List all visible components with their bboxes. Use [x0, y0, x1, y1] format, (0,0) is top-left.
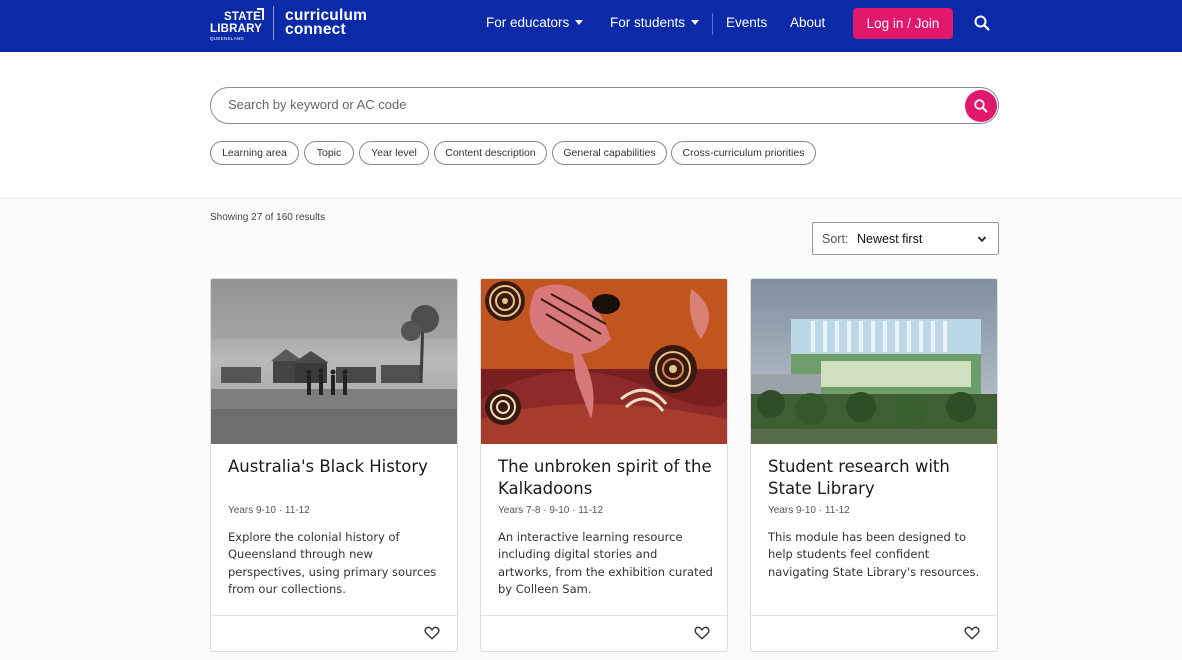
heart-icon[interactable]: [424, 626, 440, 640]
search-icon[interactable]: [973, 14, 991, 32]
heart-icon[interactable]: [964, 626, 980, 640]
card-description: Explore the colonial history of Queensla…: [228, 530, 437, 596]
filter-year-level[interactable]: Year level: [359, 141, 429, 165]
logo-connect-text: connect: [285, 21, 346, 38]
logo-state-text: STATE: [224, 11, 261, 23]
nav-label: For students: [610, 15, 686, 30]
nav-divider: [712, 13, 713, 35]
curriculum-connect-logo[interactable]: curriculum connect: [285, 8, 367, 38]
library-building-photo: [751, 279, 997, 444]
sort-label: Sort:: [822, 232, 849, 246]
state-library-logo[interactable]: STATE LIBRARY QUEENSLAND: [210, 8, 264, 42]
card-divider: [481, 615, 727, 616]
card-years: Years 9-10 · 11-12: [228, 505, 310, 516]
search-submit-button[interactable]: [965, 90, 997, 122]
card-divider: [211, 615, 457, 616]
sort-dropdown[interactable]: Sort: Newest first: [812, 222, 999, 255]
card-title[interactable]: Student research with State Library: [768, 456, 988, 500]
chevron-down-icon: [977, 236, 987, 243]
sort-value: Newest first: [857, 232, 923, 246]
filter-content-description[interactable]: Content description: [434, 141, 547, 165]
card-description: This module has been designed to help st…: [768, 530, 980, 579]
search-input[interactable]: [228, 97, 928, 112]
caret-down-icon: [575, 20, 584, 25]
caret-down-icon: [691, 20, 700, 25]
results-count: Showing 27 of 160 results: [210, 212, 326, 223]
logo-queensland-text: QUEENSLAND: [210, 36, 245, 41]
filter-cross-curriculum-priorities[interactable]: Cross-curriculum priorities: [671, 141, 816, 165]
filter-topic[interactable]: Topic: [304, 141, 354, 165]
logo-library-text: LIBRARY: [210, 23, 263, 35]
card-years: Years 9-10 · 11-12: [768, 505, 850, 516]
nav-for-educators[interactable]: For educators: [486, 15, 584, 30]
resource-card[interactable]: Australia's Black History Years 9-10 · 1…: [210, 278, 458, 652]
filter-learning-area[interactable]: Learning area: [210, 141, 299, 165]
site-header: STATE LIBRARY QUEENSLAND curriculum conn…: [0, 0, 1182, 52]
historical-photo: [211, 279, 457, 444]
card-description: An interactive learning resource includi…: [498, 530, 713, 596]
card-title[interactable]: The unbroken spirit of the Kalkadoons: [498, 456, 718, 500]
login-join-button[interactable]: Log in / Join: [853, 8, 953, 39]
nav-for-students[interactable]: For students: [610, 15, 700, 30]
nav-about[interactable]: About: [790, 15, 825, 30]
card-years: Years 7-8 · 9-10 · 11-12: [498, 505, 604, 516]
aboriginal-artwork: [481, 279, 727, 444]
nav-label: For educators: [486, 15, 570, 30]
card-title[interactable]: Australia's Black History: [228, 456, 448, 478]
filter-general-capabilities[interactable]: General capabilities: [552, 141, 667, 165]
heart-icon[interactable]: [694, 626, 710, 640]
search-icon: [974, 99, 988, 113]
resource-card[interactable]: The unbroken spirit of the Kalkadoons Ye…: [480, 278, 728, 652]
nav-events[interactable]: Events: [726, 15, 767, 30]
logo-divider: [273, 6, 274, 40]
search-bar: [210, 87, 999, 124]
card-divider: [751, 615, 997, 616]
resource-card[interactable]: Student research with State Library Year…: [750, 278, 998, 652]
